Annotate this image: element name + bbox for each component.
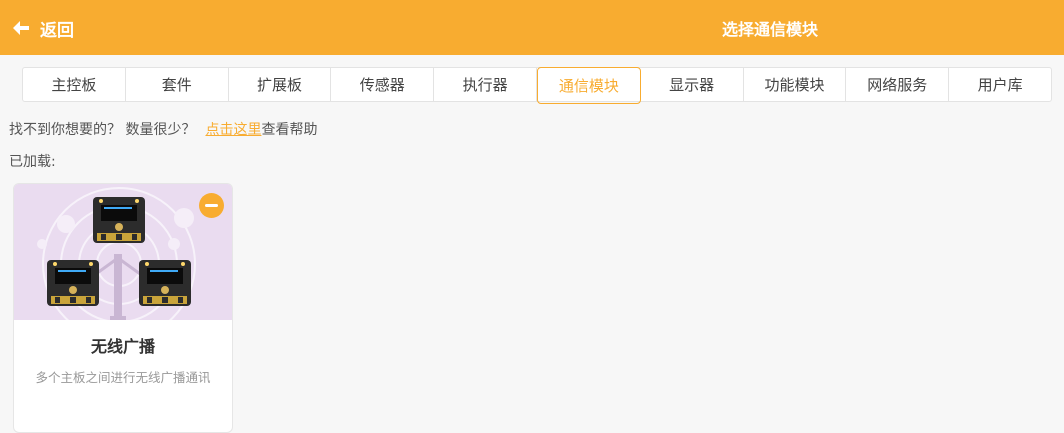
tab-display[interactable]: 显示器 xyxy=(641,68,744,101)
category-tabs: 主控板 套件 扩展板 传感器 执行器 通信模块 显示器 功能模块 网络服务 用户… xyxy=(22,67,1052,104)
back-label: 返回 xyxy=(40,20,74,41)
tab-mainboard[interactable]: 主控板 xyxy=(23,68,126,101)
tab-communication[interactable]: 通信模块 xyxy=(536,67,641,104)
back-button[interactable]: 返回 xyxy=(12,16,74,41)
remove-module-button[interactable] xyxy=(199,193,224,218)
tab-function-module[interactable]: 功能模块 xyxy=(744,68,847,101)
help-prefix: 找不到你想要的？ 数量很少？ xyxy=(9,122,196,138)
help-suffix: 查看帮助 xyxy=(261,122,318,138)
top-bar: 返回 选择通信模块 xyxy=(0,0,1064,55)
help-text: 找不到你想要的？ 数量很少？ 点击这里查看帮助 xyxy=(9,119,317,139)
module-description: 多个主板之间进行无线广播通讯 xyxy=(35,370,211,385)
tab-network-service[interactable]: 网络服务 xyxy=(846,68,950,101)
help-link[interactable]: 点击这里 xyxy=(205,122,261,138)
page-title: 选择通信模块 xyxy=(721,20,818,39)
tab-sensor[interactable]: 传感器 xyxy=(331,68,435,101)
tab-actuator[interactable]: 执行器 xyxy=(434,68,537,101)
arrow-left-icon xyxy=(13,21,29,35)
tab-kit[interactable]: 套件 xyxy=(126,68,229,101)
tab-expansion-board[interactable]: 扩展板 xyxy=(229,68,332,101)
module-name: 无线广播 xyxy=(90,337,155,356)
minus-circle-icon xyxy=(205,204,218,207)
module-card-wireless-broadcast[interactable]: 无线广播 多个主板之间进行无线广播通讯 xyxy=(13,183,233,433)
tab-user-library[interactable]: 用户库 xyxy=(949,68,1051,101)
loaded-label: 已加载: xyxy=(9,154,56,170)
